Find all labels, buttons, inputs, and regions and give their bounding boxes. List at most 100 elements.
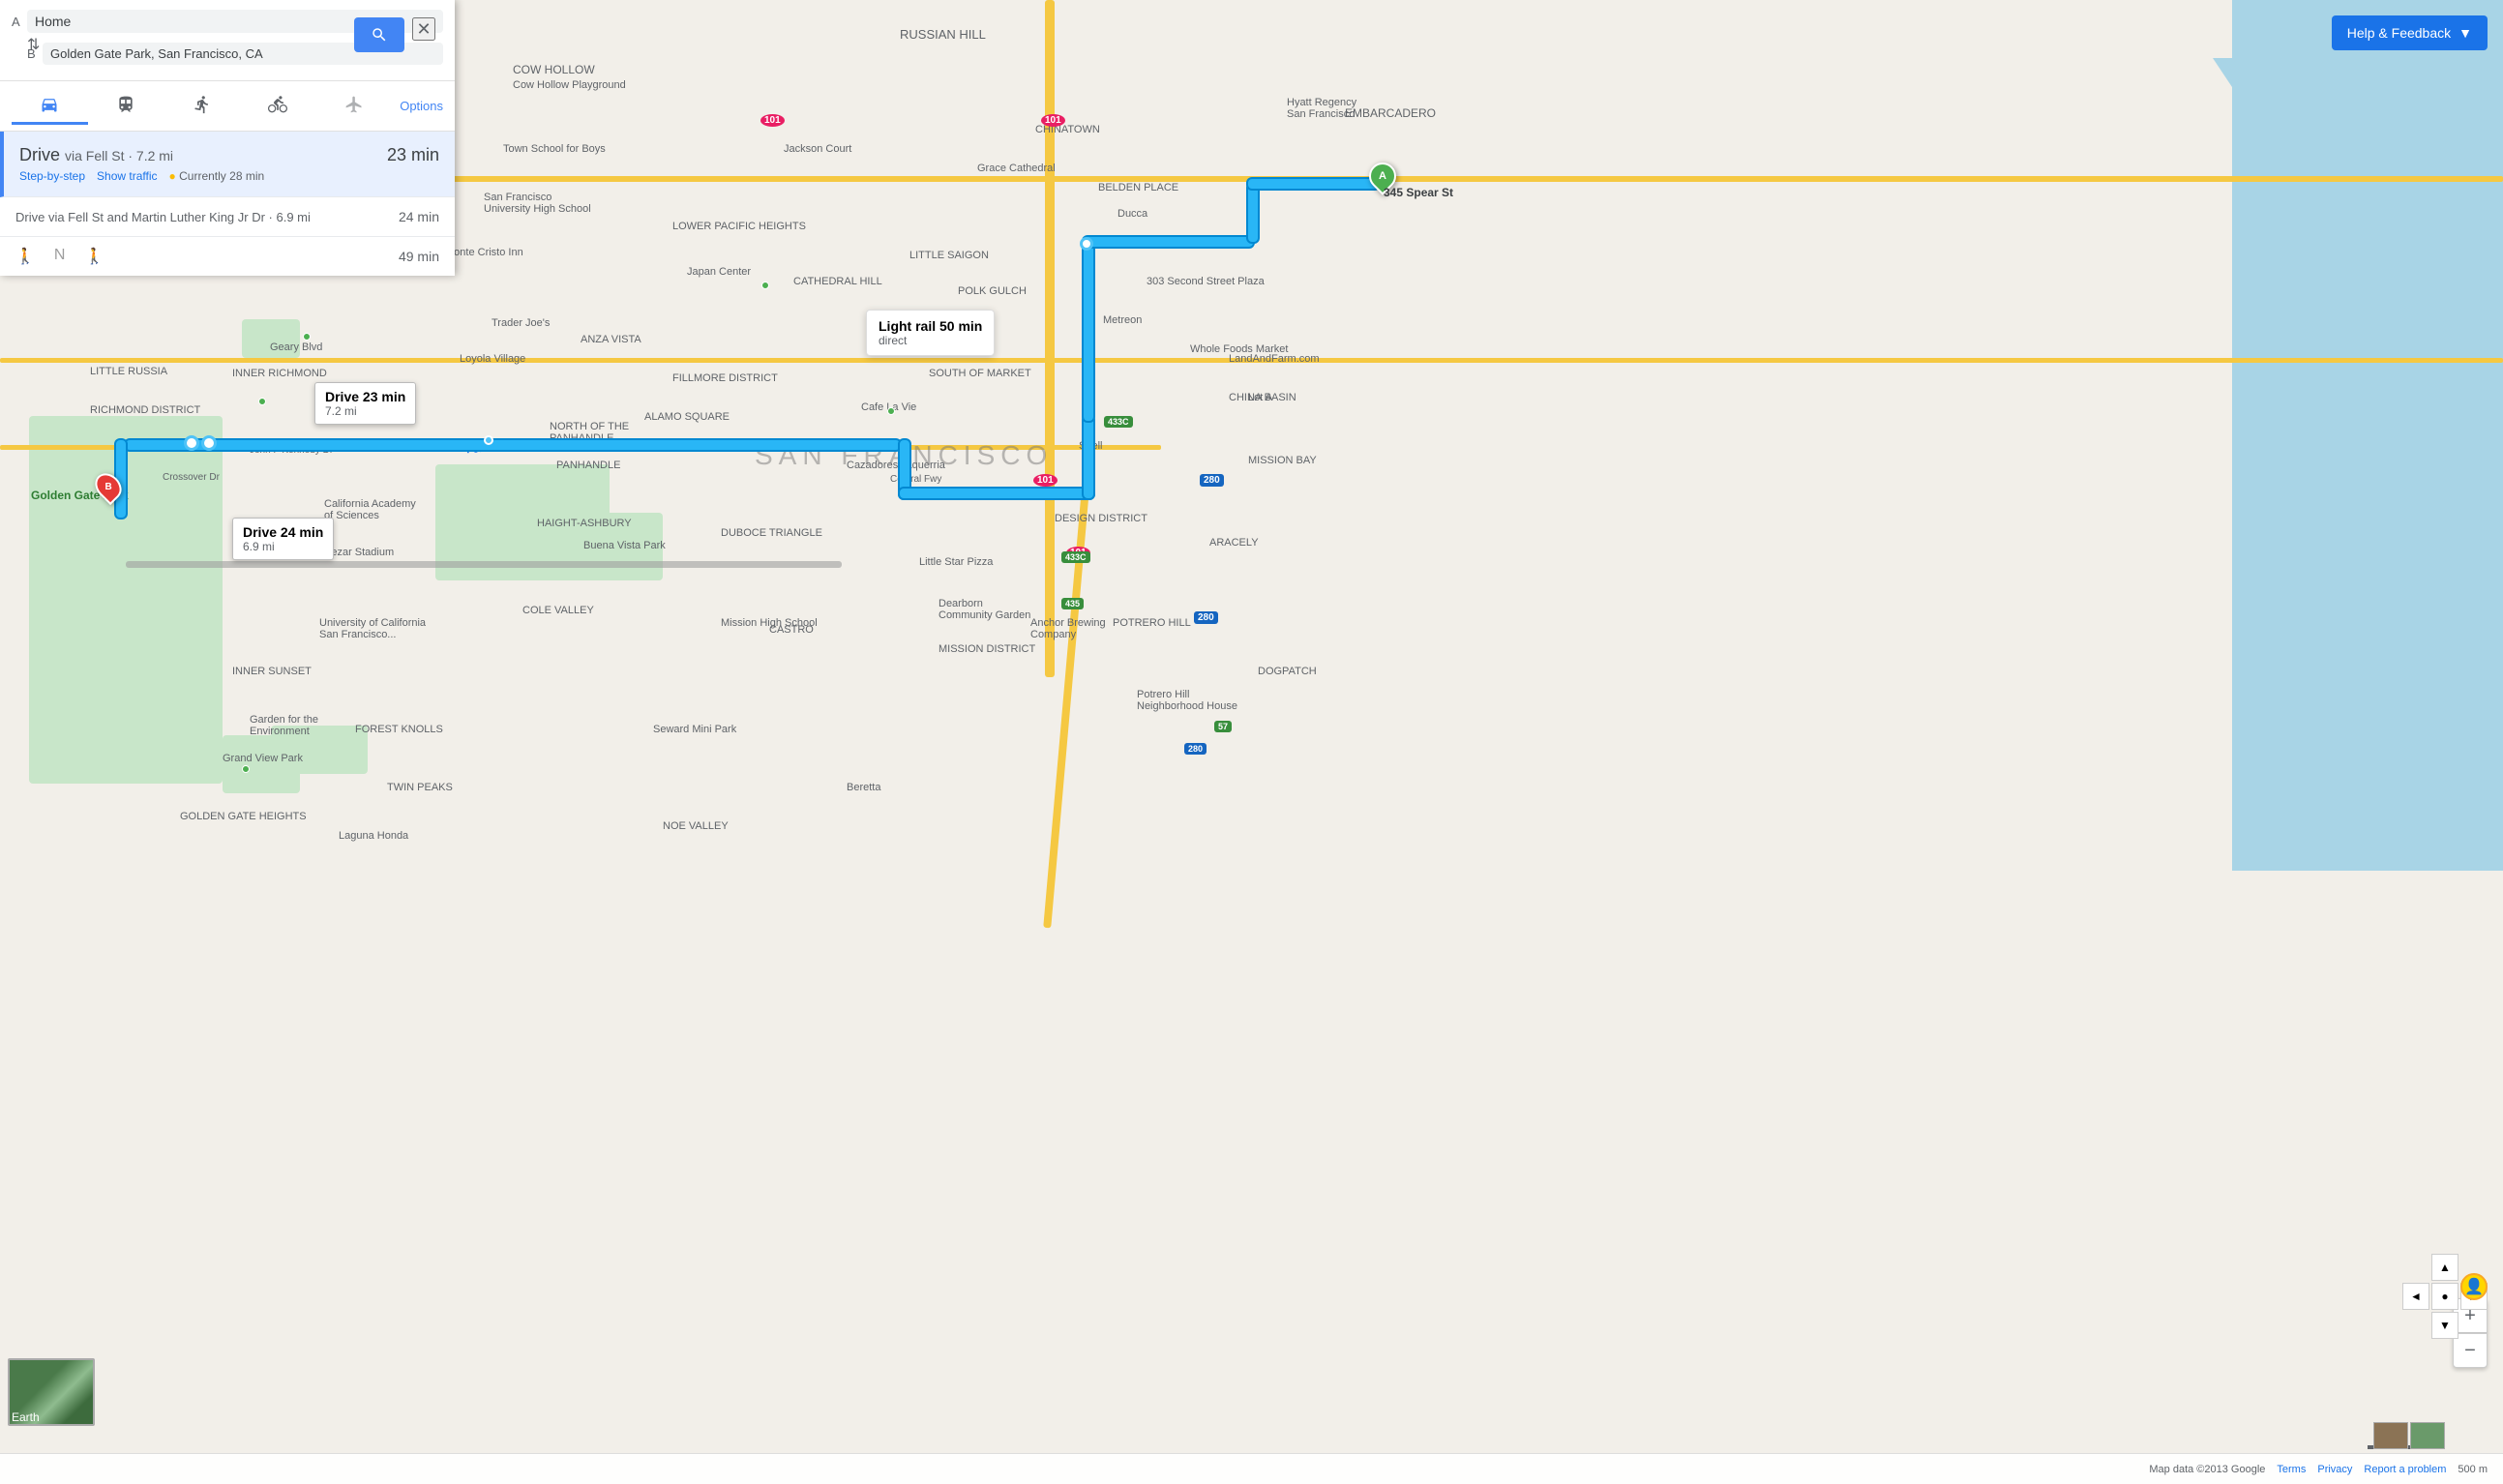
terms-link[interactable]: Terms bbox=[2277, 1464, 2306, 1475]
nav-up[interactable]: ▲ bbox=[2431, 1254, 2458, 1281]
map-container[interactable]: Drive 23 min 7.2 mi Drive 24 min 6.9 mi … bbox=[0, 0, 2503, 1484]
earth-label: Earth bbox=[8, 1409, 44, 1426]
alt-route-option[interactable]: Drive via Fell St and Martin Luther King… bbox=[0, 197, 455, 237]
map-label-ucsf2: San Francisco... bbox=[319, 629, 396, 640]
help-chevron: ▼ bbox=[2458, 25, 2472, 41]
transport-tab-walk[interactable] bbox=[164, 87, 240, 125]
map-label-dearborn2: Community Garden bbox=[939, 609, 1030, 621]
lightrail-tooltip: Light rail 50 min direct bbox=[866, 310, 995, 356]
map-label-lower-pacific: LOWER PACIFIC HEIGHTS bbox=[672, 221, 806, 232]
map-label-garden: Garden for the bbox=[250, 714, 318, 726]
nav-down[interactable]: ▼ bbox=[2431, 1312, 2458, 1339]
map-label-aracely: ARACELY bbox=[1209, 537, 1259, 549]
map-label-polk-gulch: POLK GULCH bbox=[958, 285, 1027, 297]
show-traffic-link[interactable]: Show traffic bbox=[97, 169, 157, 183]
map-label-little-saigon: LITTLE SAIGON bbox=[909, 250, 989, 261]
help-label: Help & Feedback bbox=[2347, 25, 2451, 41]
map-label-richmond: RICHMOND DISTRICT bbox=[90, 404, 200, 416]
map-label-alamo-sq: ALAMO SQUARE bbox=[644, 411, 730, 423]
nav-left[interactable]: ◄ bbox=[2402, 1283, 2429, 1310]
panel-header: A ⇅ B ✕ bbox=[0, 0, 455, 81]
help-feedback-button[interactable]: Help & Feedback ▼ bbox=[2332, 15, 2488, 50]
walk-icon-2: N bbox=[54, 247, 66, 266]
map-label-russian-hill: RUSSIAN HILL bbox=[900, 27, 986, 42]
search-button[interactable] bbox=[354, 17, 404, 52]
shield-101-north: 101 bbox=[760, 114, 785, 127]
poi-grand-view bbox=[242, 765, 250, 773]
poi-mini-park bbox=[303, 333, 311, 341]
walk-icons-row: 🚶 N 🚶 bbox=[15, 247, 104, 266]
route-tooltip-alt[interactable]: Drive 24 min 6.9 mi bbox=[232, 518, 334, 560]
map-label-dearborn: Dearborn bbox=[939, 598, 983, 609]
map-label-haight: HAIGHT-ASHBURY bbox=[537, 518, 632, 529]
map-label-cow-hollow: COW HOLLOW bbox=[513, 63, 595, 76]
route-central-fwy bbox=[900, 489, 1093, 498]
map-label-little-star: Little Star Pizza bbox=[919, 556, 993, 568]
transport-tab-drive[interactable] bbox=[12, 87, 88, 125]
map-label-north-pnh: NORTH OF THE bbox=[550, 421, 629, 432]
lightrail-title: Light rail 50 min bbox=[879, 318, 982, 334]
map-label-grandview: Grand View Park bbox=[223, 753, 303, 764]
map-label-fillmore: FILLMORE DISTRICT bbox=[672, 372, 778, 384]
poi-japan-center bbox=[761, 282, 769, 289]
walking-section: 🚶 N 🚶 49 min bbox=[0, 237, 455, 276]
route-tooltip-primary-dist: 7.2 mi bbox=[325, 404, 405, 418]
options-link[interactable]: Options bbox=[400, 99, 443, 113]
map-label-anchor-brewing2: Company bbox=[1030, 629, 1076, 640]
map-label-inner-sunset: INNER SUNSET bbox=[232, 666, 312, 677]
map-label-jackson-ct: Jackson Court bbox=[784, 143, 851, 155]
map-label-panhandle: PANHANDLE bbox=[556, 460, 620, 471]
highway-101 bbox=[1045, 0, 1055, 677]
map-label-uhs2: University High School bbox=[484, 203, 591, 215]
close-button[interactable]: ✕ bbox=[412, 17, 435, 41]
route-circle-2 bbox=[201, 435, 217, 451]
primary-route-duration: 23 min bbox=[387, 145, 439, 165]
route-end bbox=[1248, 179, 1379, 189]
transport-tab-bike[interactable] bbox=[240, 87, 316, 125]
map-label-landandfarm: LandAndFarm.com bbox=[1229, 353, 1320, 365]
transport-tab-transit[interactable] bbox=[88, 87, 164, 125]
map-label-cow-hollow-pg: Cow Hollow Playground bbox=[513, 79, 626, 91]
map-label-ducca: Ducca bbox=[1117, 208, 1147, 220]
shield-433c: 433C bbox=[1104, 416, 1133, 428]
map-label-anchor-brewing: Anchor Brewing bbox=[1030, 617, 1106, 629]
origin-label: A bbox=[12, 15, 27, 29]
map-label-potrero-house: Potrero Hill bbox=[1137, 689, 1189, 700]
map-label-trader-joes: Trader Joe's bbox=[492, 317, 550, 329]
map-type-satellite[interactable] bbox=[2410, 1422, 2445, 1449]
map-label-noe-valley: NOE VALLEY bbox=[663, 820, 729, 832]
map-label-ucsf: University of California bbox=[319, 617, 426, 629]
traffic-dot: ● bbox=[169, 169, 176, 183]
traffic-info: ● Currently 28 min bbox=[169, 169, 265, 183]
privacy-link[interactable]: Privacy bbox=[2317, 1464, 2352, 1475]
shield-280-far-south: 280 bbox=[1184, 743, 1207, 755]
scale-text: 500 m bbox=[2458, 1464, 2488, 1475]
map-label-mission-bay: MISSION BAY bbox=[1248, 455, 1317, 466]
route-dot-mid bbox=[484, 435, 493, 445]
route-fell-st bbox=[126, 440, 900, 450]
map-type-terrain[interactable] bbox=[2373, 1422, 2408, 1449]
map-label-garden2: Environment bbox=[250, 726, 310, 737]
alt-route-info: Drive via Fell St and Martin Luther King… bbox=[15, 210, 311, 224]
route-circle-end bbox=[1080, 237, 1093, 251]
map-label-belden: BELDEN PLACE bbox=[1098, 182, 1178, 193]
step-by-step-link[interactable]: Step-by-step bbox=[19, 169, 85, 183]
map-label-cathedral-hill: CATHEDRAL HILL bbox=[793, 276, 882, 287]
golden-gate-park bbox=[29, 416, 223, 784]
transport-tab-flight[interactable] bbox=[316, 87, 393, 125]
map-label-japan-center: Japan Center bbox=[687, 266, 751, 278]
route-spear bbox=[1248, 184, 1258, 242]
map-label-town-school: Town School for Boys bbox=[503, 143, 606, 155]
report-link[interactable]: Report a problem bbox=[2364, 1464, 2446, 1475]
map-street-central-fwy: Central Fwy bbox=[890, 474, 941, 485]
shield-280: 280 bbox=[1200, 474, 1224, 487]
nav-center[interactable]: ● bbox=[2431, 1283, 2458, 1310]
primary-route-option[interactable]: Drive via Fell St · 7.2 mi 23 min Step-b… bbox=[0, 132, 455, 197]
left-panel: A ⇅ B ✕ bbox=[0, 0, 455, 276]
map-label-lot-a: Lot A bbox=[1248, 392, 1272, 403]
pegman-button[interactable]: 👤 bbox=[2460, 1273, 2488, 1300]
route-turn2 bbox=[1084, 416, 1093, 498]
swap-button[interactable]: ⇅ bbox=[27, 35, 40, 54]
route-tooltip-primary[interactable]: Drive 23 min 7.2 mi bbox=[314, 382, 416, 425]
shield-280-south: 280 bbox=[1194, 611, 1218, 624]
